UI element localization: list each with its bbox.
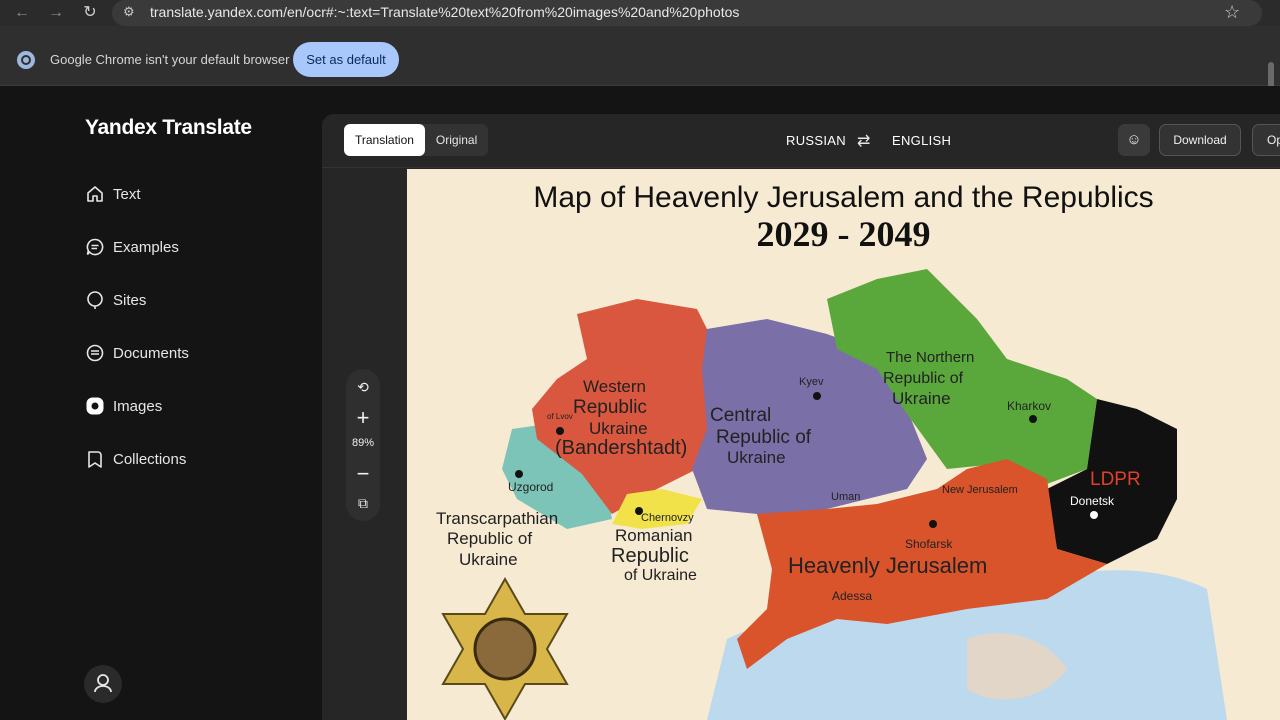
set-default-button[interactable]: Set as default [293,42,399,77]
fit-icon[interactable]: ⧉ [346,495,380,512]
label-western-2: Republic [573,397,647,418]
view-switcher: Translation Original [344,124,489,156]
sidebar: Yandex Translate Text Examples Sites Doc… [0,86,310,720]
sidebar-item-documents[interactable]: Documents [85,338,189,368]
label-romanian-1: Romanian [615,526,693,545]
swap-languages-icon[interactable]: ⇄ [857,131,870,151]
label-central-2: Republic of [716,427,812,448]
label-western-3: Ukraine [589,419,648,438]
sidebar-item-label: Documents [113,344,189,362]
reload-icon[interactable]: ↻ [80,3,100,23]
label-romanian-2: Republic [611,545,689,567]
city-kyev: Kyev [799,376,824,388]
feedback-icon[interactable]: ☺ [1118,124,1150,156]
chat-icon [85,237,105,257]
translation-panel: Translation Original RUSSIAN ⇄ ENGLISH ☺… [322,114,1280,720]
brand-logo[interactable]: Yandex Translate [85,116,252,140]
bookmark-star-icon[interactable]: ☆ [1224,2,1240,23]
user-icon [94,674,112,693]
back-icon[interactable]: ← [12,3,32,23]
target-language[interactable]: ENGLISH [892,133,951,148]
sidebar-item-label: Images [113,397,163,415]
source-language[interactable]: RUSSIAN [786,133,846,148]
label-transcarpathian-3: Ukraine [459,550,518,569]
city-kharkov: Kharkov [1007,399,1052,413]
city-adessa: Adessa [832,589,873,603]
options-button[interactable]: Op [1252,124,1280,156]
city-new-jerusalem: New Jerusalem [942,484,1018,496]
sidebar-item-collections[interactable]: Collections [85,444,186,474]
city-uman: Uman [831,491,861,503]
label-transcarpathian-1: Transcarpathian [436,509,559,528]
label-romanian-3: of Ukraine [624,567,697,584]
panel-toolbar: Translation Original RUSSIAN ⇄ ENGLISH ☺… [322,114,1280,168]
rotate-icon[interactable]: ⟲ [346,379,380,396]
city-lvov: of Lvov [547,412,573,421]
sidebar-item-label: Examples [113,238,179,256]
sidebar-item-images[interactable]: Images [85,391,162,421]
url-text[interactable]: translate.yandex.com/en/ocr#:~:text=Tran… [150,4,739,20]
sidebar-item-label: Collections [113,450,187,468]
city-uzgorod: Uzgorod [508,480,554,494]
city-donetsk: Donetsk [1070,494,1115,508]
sidebar-item-label: Text [113,185,141,203]
document-icon [85,343,105,363]
zoom-in-icon[interactable]: + [346,405,380,431]
map-graphic [441,269,1227,720]
chrome-logo-icon [17,51,35,69]
label-central-3: Ukraine [727,448,786,467]
default-browser-infobar: Google Chrome isn't your default browser… [0,26,1280,106]
bookmark-icon [85,449,105,469]
zoom-out-icon[interactable]: − [346,461,380,487]
tab-original[interactable]: Original [425,124,488,156]
label-western-4: (Bandershtadt) [555,437,688,459]
label-northern-1: The Northern [886,349,975,366]
sidebar-item-label: Sites [113,291,147,309]
infobar-message: Google Chrome isn't your default browser [50,52,290,67]
label-transcarpathian-2: Republic of [447,529,533,548]
site-info-icon[interactable]: ⚙ [123,4,135,20]
sidebar-item-text[interactable]: Text [85,179,141,209]
city-chernovzy: Chernovzy [641,512,694,524]
home-icon [85,184,105,204]
label-western-1: Western [583,377,646,396]
globe-icon [85,290,105,310]
camera-icon [85,396,105,416]
zoom-controls: ⟲ + 89% − ⧉ [346,369,380,521]
label-central-1: Central [710,405,772,426]
zoom-level: 89% [351,437,375,449]
avatar[interactable] [84,665,122,703]
sidebar-item-sites[interactable]: Sites [85,285,146,315]
label-northern-3: Ukraine [892,389,951,408]
browser-toolbar: ← → ↻ ⚙ translate.yandex.com/en/ocr#:~:t… [0,0,1280,26]
download-button[interactable]: Download [1159,124,1241,156]
translated-image: Map of Heavenly Jerusalem and the Republ… [407,169,1280,720]
label-ldpr: LDPR [1090,469,1141,490]
yandex-translate-app: Yandex Translate Text Examples Sites Doc… [0,86,1280,720]
city-shofarsk: Shofarsk [905,537,953,551]
label-heavenly-jerusalem: Heavenly Jerusalem [788,553,988,578]
sidebar-item-examples[interactable]: Examples [85,232,179,262]
star-seal-emblem [441,576,569,720]
tab-translation[interactable]: Translation [344,124,425,156]
label-northern-2: Republic of [883,370,964,387]
forward-icon[interactable]: → [46,3,66,23]
